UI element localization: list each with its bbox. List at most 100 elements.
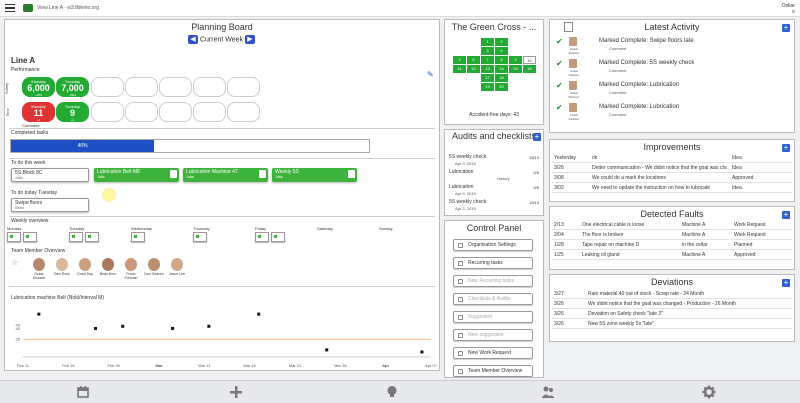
next-week-button[interactable]: ▶: [244, 35, 255, 44]
cross-day-cell[interactable]: 13: [481, 65, 494, 73]
add-improvement-button[interactable]: +: [782, 144, 790, 152]
cross-day-cell[interactable]: 16: [523, 65, 536, 73]
avatar[interactable]: [148, 258, 160, 271]
cross-day-cell[interactable]: 14: [495, 65, 508, 73]
organisation-settings-button[interactable]: Organisation Settings: [453, 239, 533, 251]
task-card-weekly-5s[interactable]: Weekly 5S Jutta: [272, 168, 357, 182]
team-icon[interactable]: [541, 385, 555, 399]
kpi-empty[interactable]: [227, 77, 260, 97]
kpi-time-monday[interactable]: Monday 11 +4: [22, 102, 55, 122]
task-card-swipe-floors[interactable]: Swipe floors Shola: [11, 198, 89, 212]
fault-row[interactable]: 2/04 The floor is broken Machine A Work …: [552, 231, 792, 240]
plus-icon[interactable]: [229, 385, 243, 399]
cross-day-cell[interactable]: 17: [481, 74, 494, 82]
avatar[interactable]: [171, 258, 183, 271]
audit-row[interactable]: 5S weekly check 13/13 Apr 2, 2019: [449, 199, 539, 214]
recurring-tasks-button[interactable]: Recurring tasks: [453, 257, 533, 269]
mini-task-card[interactable]: [193, 232, 207, 242]
kpi-empty[interactable]: [193, 77, 226, 97]
improvement-row[interactable]: 3/26 Detter communication - We didnt not…: [552, 164, 792, 173]
add-activity-button[interactable]: +: [782, 24, 790, 32]
add-fault-button[interactable]: +: [782, 211, 790, 219]
audit-row[interactable]: Lubrication 0/9 History: [449, 169, 539, 184]
mini-task-card[interactable]: [85, 232, 99, 242]
checklists-audits-button[interactable]: Checklists & Audits: [453, 293, 533, 305]
kpi-empty[interactable]: [125, 102, 158, 122]
cross-day-cell[interactable]: 19: [481, 83, 494, 91]
task-card-lubrication-machine[interactable]: Lubrication Machine 47 Jutta: [183, 168, 268, 182]
team-member-overview-button[interactable]: Team Member Overview: [453, 365, 533, 377]
cross-day-cell[interactable]: 12: [467, 65, 480, 73]
add-audit-button[interactable]: +: [533, 133, 541, 141]
activity-item[interactable]: ✔ Oskar Dickson Marked Complete: Swipe f…: [554, 35, 790, 55]
new-work-request-button[interactable]: New Work Request: [453, 347, 533, 359]
fault-row[interactable]: 2/13 One electrical cable is loose Machi…: [552, 221, 792, 230]
add-deviation-button[interactable]: +: [782, 279, 790, 287]
activity-comment-link[interactable]: Comment: [609, 90, 626, 95]
cross-day-cell[interactable]: 15: [509, 65, 522, 73]
avatar[interactable]: [125, 258, 137, 271]
cross-day-cell[interactable]: 7: [481, 56, 494, 64]
cross-day-cell[interactable]: 10: [523, 56, 536, 64]
activity-item[interactable]: ✔ Oskar Dickson Marked Complete: Lubrica…: [554, 101, 790, 121]
cross-day-cell[interactable]: 20: [495, 83, 508, 91]
fault-row[interactable]: 1/28 Tape repair on machine D in the cel…: [552, 241, 792, 250]
improvement-row[interactable]: Yesterday ok Idea: [552, 154, 792, 163]
task-card-5s-block[interactable]: 5S Block 8C Jutta: [11, 168, 89, 182]
kpi-time-tuesday[interactable]: Tuesday 9 +2: [56, 102, 89, 122]
audit-row[interactable]: Lubrication 0/9 Apr 9, 2019: [449, 184, 539, 199]
kpi-empty[interactable]: [91, 77, 124, 97]
activity-comment-link[interactable]: Comment: [609, 68, 626, 73]
mini-task-card[interactable]: [69, 232, 83, 242]
kpi-empty[interactable]: [159, 102, 192, 122]
improvement-row[interactable]: 3/02 We need to update the instruction o…: [552, 184, 792, 193]
avatar[interactable]: [102, 258, 114, 271]
activity-comment-link[interactable]: Comment: [609, 112, 626, 117]
improvement-row[interactable]: 3/08 We could do a mark the locations Ap…: [552, 174, 792, 183]
deviation-row[interactable]: 3/26 Deviation on Safety check "late 2": [552, 310, 792, 319]
gear-icon[interactable]: [702, 385, 716, 399]
kpi-empty[interactable]: [227, 102, 260, 122]
user-menu[interactable]: Oskar ≡: [782, 3, 795, 15]
suggested-button[interactable]: Suggested: [453, 311, 533, 323]
calendar-icon[interactable]: [76, 385, 90, 399]
hamburger-menu-icon[interactable]: [5, 3, 15, 13]
mini-task-card[interactable]: [7, 232, 21, 242]
edit-pencil-icon[interactable]: ✎: [427, 70, 434, 79]
kpi-empty[interactable]: [193, 102, 226, 122]
activity-item[interactable]: ✔ Oskar Dickson Marked Complete: Lubrica…: [554, 79, 790, 99]
kpi-empty[interactable]: [125, 77, 158, 97]
cross-day-cell[interactable]: 1: [481, 38, 494, 46]
avatar[interactable]: [79, 258, 91, 271]
cross-day-cell[interactable]: 2: [495, 38, 508, 46]
new-recurring-tasks-button[interactable]: New Recurring tasks: [453, 275, 533, 287]
cross-day-cell[interactable]: 8: [495, 56, 508, 64]
cross-day-cell[interactable]: 9: [509, 56, 522, 64]
audit-history[interactable]: History: [497, 176, 509, 181]
cross-day-cell[interactable]: 11: [453, 65, 466, 73]
cross-day-cell[interactable]: 4: [495, 47, 508, 55]
activity-item[interactable]: ✔ Oskar Dickson Marked Complete: 5S week…: [554, 57, 790, 77]
cross-day-cell[interactable]: 5: [453, 56, 466, 64]
task-card-lubrication-belt[interactable]: Lubrication Belt M8 Jutta: [94, 168, 179, 182]
mini-task-card[interactable]: [255, 232, 269, 242]
avatar[interactable]: [56, 258, 68, 271]
mini-task-card[interactable]: [271, 232, 285, 242]
kpi-safety-tuesday[interactable]: Tuesday 7,000 +500: [56, 77, 89, 97]
lightbulb-icon[interactable]: [385, 385, 399, 399]
previous-week-button[interactable]: ◀: [188, 35, 198, 44]
deviation-row[interactable]: 3/26 We didnt notice that the goal was c…: [552, 300, 792, 309]
activity-comment-link[interactable]: Comment: [609, 46, 626, 51]
mini-task-card[interactable]: [23, 232, 37, 242]
kpi-empty[interactable]: [91, 102, 124, 122]
mini-task-card[interactable]: [131, 232, 145, 242]
deviation-row[interactable]: 3/26 New 5S zone weekly 5s "late": [552, 320, 792, 329]
audit-row[interactable]: 5S weekly check 13/13 Apr 9, 2019: [449, 154, 539, 169]
cross-day-cell[interactable]: 18: [495, 74, 508, 82]
new-suggestion-button[interactable]: New suggestion: [453, 329, 533, 341]
fault-row[interactable]: 1/25 Leaking oil gland Machine A Approve…: [552, 251, 792, 260]
avatar[interactable]: [33, 258, 45, 271]
cross-day-cell[interactable]: 6: [467, 56, 480, 64]
kpi-safety-monday[interactable]: Monday 6,000 +250: [22, 77, 55, 97]
kpi-empty[interactable]: [159, 77, 192, 97]
